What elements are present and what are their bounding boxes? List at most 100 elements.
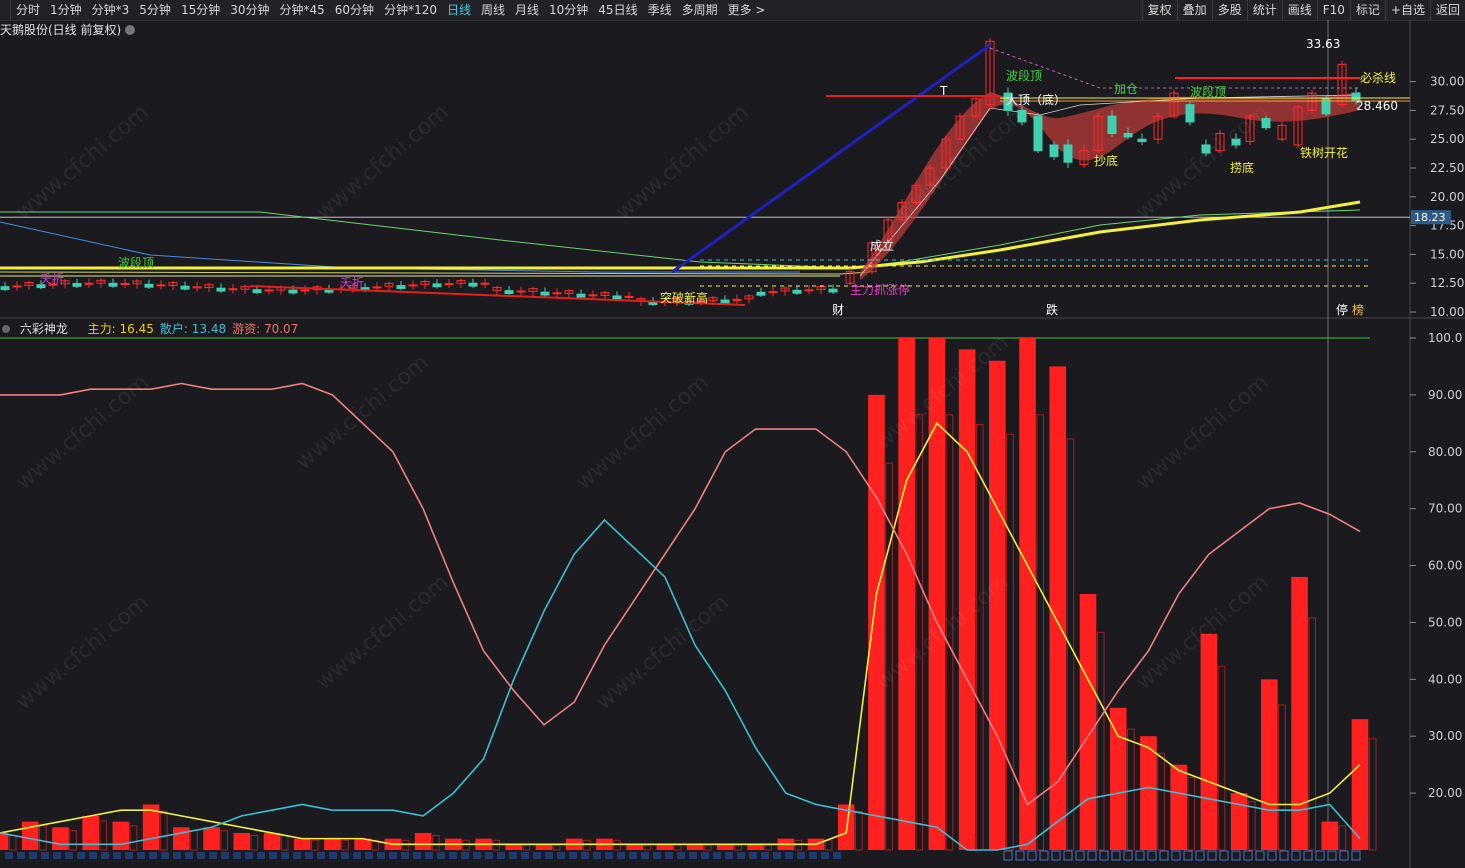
bottom-marker-small	[437, 852, 445, 859]
chart-annotation: 突破新高	[660, 290, 708, 305]
sub-bar	[203, 827, 220, 850]
bottom-marker-small	[17, 852, 25, 859]
sub-bar-outline	[190, 830, 198, 851]
bottom-marker-small	[329, 852, 337, 859]
candle	[552, 292, 562, 295]
sub-bar	[626, 844, 643, 850]
sub-bar-outline	[39, 825, 47, 851]
indicator-value-label: 主力: 16.45	[87, 322, 154, 336]
sub-bar-outline	[311, 839, 319, 851]
price-tick-label: 10.00	[1430, 305, 1464, 319]
sub-bar-outline	[1096, 631, 1105, 851]
sub-bar	[263, 832, 281, 850]
bottom-marker-small	[245, 852, 253, 859]
chart-annotation: 33.63	[1306, 37, 1340, 51]
bottom-marker-small	[737, 852, 745, 859]
sub-bar-outline	[431, 834, 440, 851]
chart-canvas[interactable]: 30.0027.5025.0022.5020.0017.5015.0012.50…	[0, 0, 1465, 868]
sub-bar-outline	[1187, 776, 1196, 851]
candle	[192, 286, 202, 289]
bottom-marker-small	[689, 852, 697, 859]
candle	[1185, 104, 1195, 123]
bottom-marker	[1051, 850, 1061, 861]
sub-bar-outline	[1157, 752, 1165, 851]
bottom-marker-small	[497, 852, 505, 859]
candle	[228, 288, 238, 291]
sub-bar-outline	[552, 844, 561, 851]
sub-bar-outline	[673, 844, 682, 851]
sub-bar-outline	[1278, 704, 1286, 851]
sub-bar	[52, 827, 69, 850]
bottom-marker-small	[101, 852, 109, 859]
sub-bar-outline	[824, 839, 833, 851]
bottom-marker-small	[629, 852, 637, 859]
sub-bar-outline	[8, 834, 17, 851]
sub-bar-outline	[1006, 433, 1014, 851]
candle	[84, 282, 94, 285]
bottom-marker	[1243, 850, 1253, 861]
candle	[1137, 138, 1147, 143]
bottom-marker-small	[809, 852, 817, 859]
sub-tick-label: 90.00	[1428, 388, 1462, 402]
candle	[516, 290, 526, 293]
bottom-marker	[1099, 850, 1109, 861]
candle	[180, 285, 190, 290]
candle	[120, 283, 130, 286]
candle	[504, 290, 514, 294]
candle	[372, 286, 382, 289]
bottom-marker-small	[185, 852, 193, 859]
bottom-marker-small	[173, 852, 181, 859]
bottom-marker-small	[269, 852, 277, 859]
bottom-marker-small	[557, 852, 565, 859]
bottom-marker-small	[713, 852, 721, 859]
pink-dashed-line	[989, 47, 1360, 89]
bottom-marker-small	[581, 852, 589, 859]
indicator-toggle-icon[interactable]	[2, 325, 10, 333]
sub-tick-label: 60.00	[1428, 559, 1462, 573]
sub-bar	[505, 844, 523, 850]
chart-annotation: 财	[832, 303, 844, 317]
bottom-marker	[1075, 850, 1085, 861]
chart-annotation: 主力抓涨停	[850, 282, 910, 297]
bottom-marker-small	[461, 852, 469, 859]
bottom-marker	[1351, 850, 1361, 861]
bottom-marker	[1291, 850, 1301, 861]
sub-bar	[0, 832, 9, 850]
chart-annotation: T	[939, 84, 948, 98]
sub-bar	[656, 844, 674, 850]
chart-annotation: 波段顶	[1006, 68, 1042, 83]
bottom-marker-small	[353, 852, 361, 859]
sub-bar-outline	[764, 844, 773, 851]
bottom-marker	[1015, 850, 1025, 861]
bottom-marker	[1087, 850, 1097, 861]
candle	[588, 294, 598, 297]
bottom-marker-small	[125, 852, 133, 859]
sub-bar-outline	[462, 839, 470, 851]
candle	[1107, 115, 1117, 134]
chart-annotation: 榜	[1352, 302, 1364, 317]
bottom-marker-small	[41, 852, 49, 859]
sub-bar	[414, 832, 432, 850]
bottom-marker-small	[725, 852, 733, 859]
sub-bar-outline	[1338, 825, 1347, 851]
sub-bar-outline	[492, 839, 501, 851]
sub-bar-outline	[522, 844, 531, 851]
sub-bar	[1261, 679, 1278, 850]
bottom-marker-small	[785, 852, 793, 859]
bottom-marker-small	[305, 852, 313, 859]
chart-annotation: 必杀线	[1360, 70, 1396, 85]
candle	[1261, 117, 1271, 129]
candle	[12, 285, 22, 288]
sub-bar	[324, 838, 341, 850]
candle	[432, 283, 442, 288]
candle	[1123, 132, 1133, 138]
candle	[540, 291, 550, 296]
bottom-marker-small	[161, 852, 169, 859]
bottom-marker-small	[65, 852, 73, 859]
sub-bar	[1019, 338, 1036, 850]
bottom-marker	[1147, 850, 1157, 861]
bottom-marker	[1039, 850, 1049, 861]
sub-bar	[1230, 793, 1248, 850]
candle	[624, 295, 634, 298]
candle	[756, 291, 766, 296]
